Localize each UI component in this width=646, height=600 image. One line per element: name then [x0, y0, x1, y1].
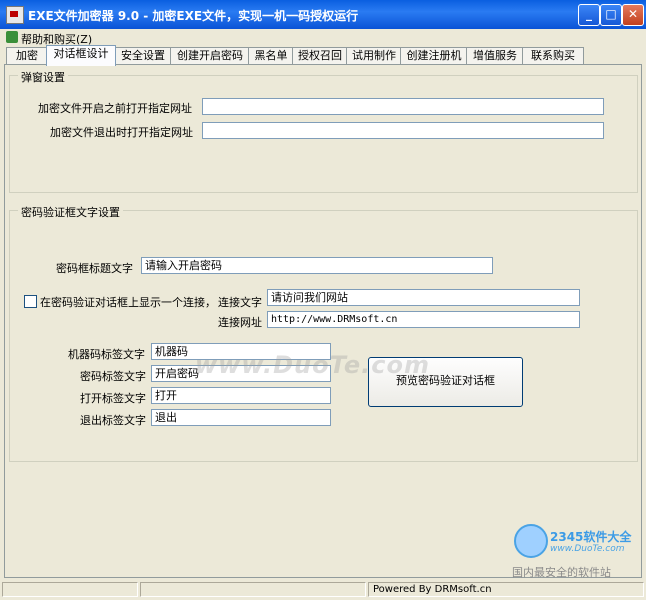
- tab-create-password[interactable]: 创建开启密码: [170, 47, 250, 65]
- tab-strip: 加密 对话框设计 安全设置 创建开启密码 黑名单 授权召回 试用制作 创建注册机…: [6, 45, 640, 66]
- tab-dialog-design[interactable]: 对话框设计: [46, 45, 116, 66]
- tab-security[interactable]: 安全设置: [114, 47, 172, 65]
- close-button[interactable]: ✕: [622, 4, 644, 26]
- tab-contact-buy[interactable]: 联系购买: [522, 47, 584, 65]
- watermark-2345: 2345软件大全 www.DuoTe.com 国内最安全的软件站: [510, 520, 642, 579]
- exit-field[interactable]: 退出: [151, 409, 331, 426]
- tab-auth-recall[interactable]: 授权召回: [292, 47, 348, 65]
- tab-value-added[interactable]: 增值服务: [466, 47, 524, 65]
- dialog-title-field[interactable]: 请输入开启密码: [141, 257, 493, 274]
- open-url-label: 加密文件开启之前打开指定网址: [38, 102, 192, 115]
- exit-url-field[interactable]: [202, 122, 604, 139]
- tab-trial[interactable]: 试用制作: [346, 47, 402, 65]
- window-title: EXE文件加密器 9.0 - 加密EXE文件，实现一机一码授权运行: [28, 9, 359, 23]
- show-link-checkbox-label: 在密码验证对话框上显示一个连接，: [40, 296, 216, 309]
- minimize-button[interactable]: _: [578, 4, 600, 26]
- open-field[interactable]: 打开: [151, 387, 331, 404]
- exit-label: 退出标签文字: [80, 414, 146, 427]
- mascot-icon: [514, 524, 548, 558]
- tab-encrypt[interactable]: 加密: [6, 47, 48, 65]
- exit-url-label: 加密文件退出时打开指定网址: [50, 126, 193, 139]
- tab-blacklist[interactable]: 黑名单: [248, 47, 294, 65]
- help-icon: [6, 31, 18, 43]
- link-url-field[interactable]: http://www.DRMsoft.cn: [267, 311, 580, 328]
- maximize-button[interactable]: □: [600, 4, 622, 26]
- title-bar: EXE文件加密器 9.0 - 加密EXE文件，实现一机一码授权运行 _ □ ✕: [0, 0, 646, 29]
- watermark-slogan: 国内最安全的软件站: [512, 566, 611, 579]
- tab-keygen[interactable]: 创建注册机: [400, 47, 468, 65]
- watermark-duote: www.DuoTe.com: [195, 351, 430, 379]
- watermark-brand: 2345软件大全: [550, 530, 632, 544]
- status-cell-1: [2, 582, 138, 597]
- password-label: 密码标签文字: [80, 370, 146, 383]
- show-link-checkbox[interactable]: [24, 295, 37, 308]
- link-text-label: 连接文字: [218, 296, 262, 309]
- popup-settings-title: 弹窗设置: [18, 69, 68, 85]
- link-text-field[interactable]: 请访问我们网站: [267, 289, 580, 306]
- link-url-label: 连接网址: [218, 316, 262, 329]
- watermark-url: www.DuoTe.com: [550, 544, 625, 554]
- status-bar: Powered By DRMsoft.cn: [0, 580, 646, 600]
- dialog-title-label: 密码框标题文字: [56, 262, 133, 275]
- password-text-title: 密码验证框文字设置: [18, 204, 123, 220]
- status-powered-by: Powered By DRMsoft.cn: [368, 582, 644, 597]
- app-icon: [6, 6, 24, 24]
- status-cell-2: [140, 582, 366, 597]
- popup-settings-group: 弹窗设置 加密文件开启之前打开指定网址 加密文件退出时打开指定网址: [9, 69, 638, 193]
- password-text-group: 密码验证框文字设置 密码框标题文字 请输入开启密码 在密码验证对话框上显示一个连…: [9, 204, 638, 462]
- machine-code-label: 机器码标签文字: [68, 348, 145, 361]
- open-url-field[interactable]: [202, 98, 604, 115]
- open-label: 打开标签文字: [80, 392, 146, 405]
- tab-panel: 弹窗设置 加密文件开启之前打开指定网址 加密文件退出时打开指定网址 密码验证框文…: [4, 64, 642, 578]
